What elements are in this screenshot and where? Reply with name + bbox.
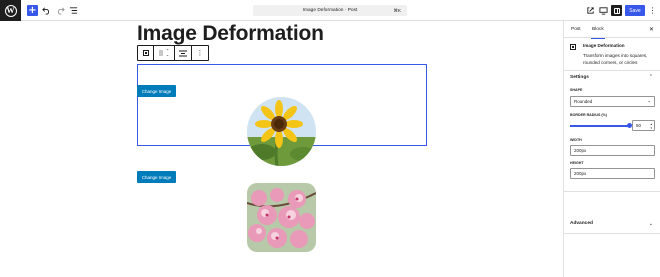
sidebar-icon xyxy=(613,7,620,14)
width-label: WIDTH xyxy=(570,138,582,142)
block-description: Transform images into squares, rounded c… xyxy=(583,53,648,65)
border-radius-slider-track[interactable] xyxy=(570,125,630,127)
block-type-button[interactable] xyxy=(138,46,154,60)
chevron-down-icon: ⌄ xyxy=(647,99,651,104)
shape-select[interactable]: Rounded ⌄ xyxy=(570,96,655,107)
image-icon xyxy=(142,50,149,56)
width-input[interactable]: 200px xyxy=(570,145,655,156)
block-toolbar: ⌃ ⌄ ⋮ xyxy=(137,45,209,61)
more-vertical-icon: ⋮ xyxy=(196,49,204,57)
change-image-button[interactable]: Change Image xyxy=(137,171,176,183)
shape-value: Rounded xyxy=(574,99,593,104)
redo-icon xyxy=(57,7,65,15)
advanced-panel-title[interactable]: Advanced xyxy=(570,221,593,226)
tab-post[interactable]: Post xyxy=(571,21,581,38)
height-label: HEIGHT xyxy=(570,161,584,165)
block-name: Image Deformation xyxy=(583,43,625,48)
settings-toggle-button[interactable] xyxy=(611,5,622,16)
border-radius-input[interactable]: 50 ▴ ▾ xyxy=(632,120,655,131)
command-palette-button[interactable]: Image Deformation · Post ⌘K xyxy=(253,5,407,16)
image-icon xyxy=(570,44,576,50)
external-link-icon xyxy=(587,7,594,14)
drag-handle-icon[interactable] xyxy=(158,50,163,56)
sidebar-tabs: Post Block ✕ xyxy=(564,21,660,39)
width-value: 200px xyxy=(574,148,587,153)
desktop-icon xyxy=(599,7,608,15)
height-input[interactable]: 200px xyxy=(570,168,655,179)
options-menu-button[interactable]: ⋮ xyxy=(647,5,658,16)
view-post-button[interactable] xyxy=(585,5,596,16)
block-options-button[interactable]: ⋮ xyxy=(192,46,208,60)
shape-label: SHAPE xyxy=(570,88,583,92)
wordpress-logo-button[interactable]: W xyxy=(0,0,21,21)
align-center-icon xyxy=(179,50,187,56)
save-button[interactable]: Save xyxy=(625,5,645,16)
post-title[interactable]: Image Deformation xyxy=(137,22,324,46)
close-sidebar-button[interactable]: ✕ xyxy=(649,26,654,33)
chevron-down-icon[interactable]: ⌄ xyxy=(649,221,653,227)
top-toolbar: W + Image Deformation · Post ⌘K Save ⋮ xyxy=(0,0,660,21)
align-button[interactable] xyxy=(175,46,192,60)
height-value: 200px xyxy=(574,171,587,176)
sunflower-image[interactable] xyxy=(247,97,316,166)
plus-icon: + xyxy=(28,4,37,16)
move-arrows: ⌃ ⌄ xyxy=(166,49,169,57)
add-block-button[interactable]: + xyxy=(27,5,38,16)
border-radius-label: BORDER RADIUS (%) xyxy=(570,113,607,117)
undo-icon xyxy=(42,7,50,15)
more-vertical-icon: ⋮ xyxy=(648,6,657,15)
cherry-blossom-illustration xyxy=(247,183,316,252)
border-radius-value: 50 xyxy=(636,123,642,128)
undo-button[interactable] xyxy=(41,5,52,16)
wordpress-logo-icon: W xyxy=(4,4,17,17)
list-view-icon xyxy=(69,7,78,14)
divider xyxy=(564,70,660,71)
preview-button[interactable] xyxy=(598,5,609,16)
block-mover[interactable]: ⌃ ⌄ xyxy=(154,46,175,60)
settings-sidebar: Post Block ✕ Image Deformation Transform… xyxy=(563,21,660,277)
sunflower-illustration xyxy=(247,97,316,166)
list-view-button[interactable] xyxy=(68,5,79,16)
divider xyxy=(564,191,660,192)
chevron-down-icon[interactable]: ⌄ xyxy=(166,53,169,57)
chevron-up-icon[interactable]: ⌃ xyxy=(649,74,653,80)
stepper-icon[interactable]: ▴ ▾ xyxy=(650,122,652,130)
divider xyxy=(564,233,660,234)
editor-app: W + Image Deformation · Post ⌘K Save ⋮ I… xyxy=(0,0,660,277)
change-image-button[interactable]: Change Image xyxy=(137,85,176,97)
tab-block[interactable]: Block xyxy=(591,21,605,39)
shortcut-hint: ⌘K xyxy=(393,7,401,13)
cherry-blossom-image[interactable] xyxy=(247,183,316,252)
settings-panel-title[interactable]: Settings xyxy=(570,75,589,80)
close-icon: ✕ xyxy=(648,26,654,33)
redo-button[interactable] xyxy=(55,5,66,16)
document-title: Image Deformation · Post xyxy=(302,8,358,13)
